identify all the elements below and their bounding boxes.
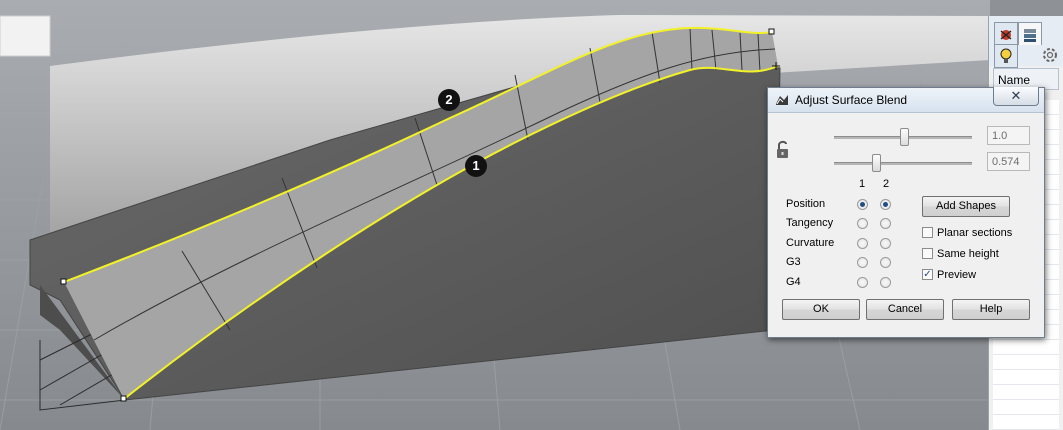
slider-2-thumb[interactable] xyxy=(872,154,881,172)
row-label-g3: G3 xyxy=(786,256,801,268)
dialog-titlebar[interactable]: Adjust Surface Blend ✕ xyxy=(768,87,1044,113)
preview-label: Preview xyxy=(937,269,977,281)
ok-button[interactable]: OK xyxy=(782,299,860,320)
preview-checkbox[interactable]: ✓ xyxy=(922,269,933,280)
close-button[interactable]: ✕ xyxy=(993,87,1039,106)
g3-radio-1[interactable] xyxy=(857,257,868,268)
position-radio-2[interactable] xyxy=(880,199,891,210)
rhino-app-icon xyxy=(774,92,790,108)
planar-sections-checkbox[interactable] xyxy=(922,227,933,238)
slider-1-thumb[interactable] xyxy=(900,128,909,146)
panel-tabs xyxy=(989,16,1063,68)
row-label-position: Position xyxy=(786,198,826,210)
layers-icon[interactable] xyxy=(1018,22,1042,45)
gear-icon[interactable] xyxy=(1039,44,1061,66)
dialog-title: Adjust Surface Blend xyxy=(795,93,908,107)
help-button[interactable]: Help xyxy=(952,299,1030,320)
tangency-radio-2[interactable] xyxy=(880,218,891,229)
curvature-radio-2[interactable] xyxy=(880,238,891,249)
row-label-curvature: Curvature xyxy=(786,237,835,249)
row-label-tangency: Tangency xyxy=(786,217,834,229)
same-height-checkbox[interactable] xyxy=(922,248,933,259)
slider-1-value[interactable]: 1.0 xyxy=(987,126,1030,145)
edge-marker-2: 2 xyxy=(438,89,460,111)
adjust-surface-blend-dialog: Adjust Surface Blend ✕ 1.0 0.574 1 2 Pos… xyxy=(767,87,1045,338)
close-icon: ✕ xyxy=(1010,88,1022,103)
slider-2-value[interactable]: 0.574 xyxy=(987,152,1030,171)
name-header-label: Name xyxy=(998,73,1031,87)
edge-marker-1: 1 xyxy=(465,155,487,177)
g4-radio-1[interactable] xyxy=(857,277,868,288)
lightbulb-icon[interactable] xyxy=(994,44,1018,68)
curvature-radio-1[interactable] xyxy=(857,238,868,249)
g3-radio-2[interactable] xyxy=(880,257,891,268)
unlock-icon[interactable] xyxy=(776,140,790,160)
background-object xyxy=(0,15,51,57)
position-radio-1[interactable] xyxy=(857,199,868,210)
g4-radio-2[interactable] xyxy=(880,277,891,288)
tangency-radio-1[interactable] xyxy=(857,218,868,229)
column-header-2: 2 xyxy=(883,178,890,190)
column-header-1: 1 xyxy=(859,178,866,190)
add-shapes-button[interactable]: Add Shapes xyxy=(922,196,1010,217)
row-label-g4: G4 xyxy=(786,276,801,288)
cancel-button[interactable]: Cancel xyxy=(866,299,944,320)
properties-icon[interactable] xyxy=(994,22,1018,45)
same-height-label: Same height xyxy=(937,248,999,260)
planar-sections-label: Planar sections xyxy=(937,227,1013,239)
slider-2-track[interactable] xyxy=(834,162,972,165)
